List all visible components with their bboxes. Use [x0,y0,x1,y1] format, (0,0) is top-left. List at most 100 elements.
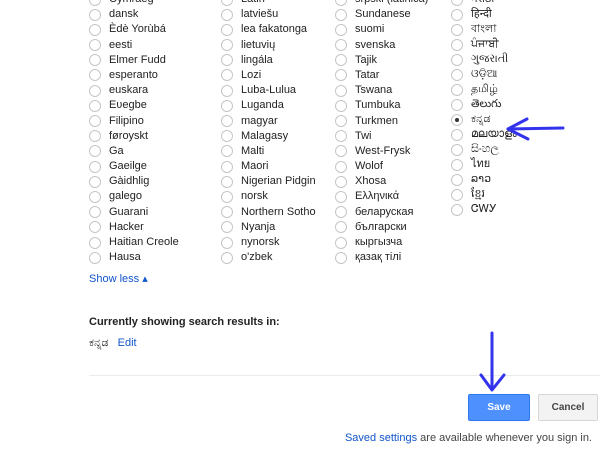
radio-button-icon[interactable] [221,190,233,203]
radio-button-icon[interactable] [335,130,347,143]
radio-button-icon[interactable] [89,190,101,203]
language-option[interactable]: Guarani [89,205,179,220]
radio-button-icon[interactable] [451,0,463,6]
radio-button-icon[interactable] [451,38,463,51]
language-option[interactable]: o'zbek [221,250,316,265]
radio-button-icon[interactable] [221,206,233,219]
language-option[interactable]: Maori [221,159,316,174]
language-option[interactable]: Cymraeg [89,0,179,7]
radio-button-icon[interactable] [335,99,347,112]
radio-button-icon[interactable] [335,23,347,36]
cancel-button[interactable]: Cancel [538,394,598,421]
radio-button-icon[interactable] [89,39,101,52]
radio-button-icon[interactable] [451,188,463,201]
radio-button-icon[interactable] [221,0,233,6]
radio-button-icon[interactable] [89,236,101,249]
radio-button-icon[interactable] [221,54,233,67]
language-option[interactable]: Tswana [335,83,428,98]
radio-button-icon[interactable] [451,98,463,111]
radio-button-icon[interactable] [335,160,347,173]
radio-button-icon[interactable] [89,99,101,112]
language-option[interactable]: Latin [221,0,316,7]
language-option[interactable]: eesti [89,38,179,53]
radio-button-icon[interactable] [335,39,347,52]
radio-button-icon[interactable] [89,175,101,188]
radio-button-icon[interactable] [335,190,347,203]
language-option[interactable]: Sundanese [335,7,428,22]
radio-button-icon[interactable] [89,145,101,158]
radio-button-icon[interactable] [451,128,463,141]
language-option[interactable]: Luganda [221,98,316,113]
radio-button-icon[interactable] [451,173,463,186]
language-option[interactable]: lingála [221,53,316,68]
radio-button-icon[interactable] [89,251,101,264]
radio-button-icon[interactable] [89,84,101,97]
language-option[interactable]: Nigerian Pidgin [221,174,316,189]
radio-button-icon[interactable] [221,39,233,52]
radio-button-icon[interactable] [221,145,233,158]
language-option[interactable]: Gàidhlig [89,174,179,189]
language-option[interactable]: ລາວ [451,172,517,187]
language-option[interactable]: srpski (latinica) [335,0,428,7]
language-option[interactable]: svenska [335,38,428,53]
language-option[interactable]: esperanto [89,68,179,83]
radio-button-icon[interactable] [451,8,463,21]
language-option[interactable]: Filipino [89,114,179,129]
radio-button-icon[interactable] [451,68,463,81]
radio-button-icon[interactable] [335,206,347,219]
radio-button-icon[interactable] [335,54,347,67]
language-option[interactable]: galego [89,189,179,204]
radio-button-icon[interactable] [89,160,101,173]
language-option[interactable]: ਪੰਜਾਬੀ [451,37,517,52]
radio-button-icon[interactable] [335,115,347,127]
language-option[interactable]: Hacker [89,220,179,235]
language-option[interactable]: தமிழ் [451,82,517,97]
language-option[interactable]: norsk [221,189,316,204]
language-option[interactable]: বাংলা [451,22,517,37]
language-option[interactable]: Ελληνικά [335,189,428,204]
radio-button-icon[interactable] [335,84,347,97]
language-option[interactable]: සිංහල [451,142,517,157]
radio-button-icon[interactable] [221,99,233,112]
language-option[interactable]: latviešu [221,7,316,22]
radio-button-icon[interactable] [221,221,233,234]
radio-button-icon[interactable] [221,160,233,173]
language-option[interactable]: West-Frysk [335,144,428,159]
language-option[interactable]: lea fakatonga [221,22,316,37]
language-option[interactable]: кыргызча [335,235,428,250]
language-option[interactable]: Tajik [335,53,428,68]
language-option[interactable]: Lozi [221,68,316,83]
show-less-link[interactable]: Show less ▴ [89,272,148,285]
radio-button-icon[interactable] [335,221,347,234]
language-option[interactable]: nynorsk [221,235,316,250]
language-option[interactable]: ગુજરાતી [451,52,517,67]
radio-button-icon[interactable] [221,69,233,82]
language-option[interactable]: ಕನ್ನಡ [451,112,517,127]
radio-button-icon[interactable] [451,113,463,126]
radio-button-icon[interactable] [335,251,347,264]
language-option[interactable]: മലയാളം [451,127,517,142]
language-option[interactable]: Ga [89,144,179,159]
language-option[interactable]: Malti [221,144,316,159]
radio-button-icon[interactable] [335,145,347,158]
radio-button-icon[interactable] [451,143,463,156]
language-option[interactable]: తెలుగు [451,97,517,112]
language-option[interactable]: मराठी [451,0,517,7]
language-option[interactable]: Tatar [335,68,428,83]
language-option[interactable]: Twi [335,129,428,144]
radio-button-icon[interactable] [89,54,101,67]
radio-button-icon[interactable] [451,158,463,171]
saved-settings-link[interactable]: Saved settings [345,432,417,444]
radio-button-icon[interactable] [221,130,233,143]
radio-button-icon[interactable] [221,236,233,249]
radio-button-icon[interactable] [89,206,101,219]
radio-button-icon[interactable] [89,23,101,36]
language-option[interactable]: Wolof [335,159,428,174]
language-option[interactable]: български [335,220,428,235]
radio-button-icon[interactable] [335,69,347,82]
radio-button-icon[interactable] [89,115,101,127]
language-option[interactable]: Gaeilge [89,159,179,174]
language-option[interactable]: ଓଡ଼ିଆ [451,67,517,82]
language-option[interactable]: Xhosa [335,174,428,189]
language-option[interactable]: Luba-Lulua [221,83,316,98]
